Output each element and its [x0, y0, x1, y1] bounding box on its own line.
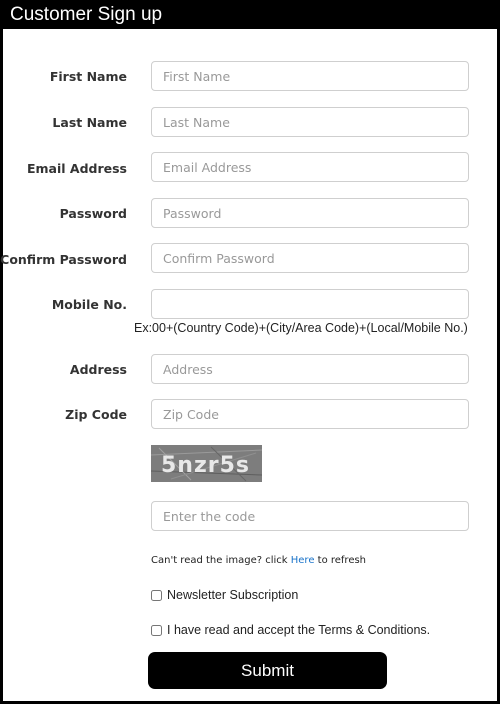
- newsletter-label: Newsletter Subscription: [167, 588, 299, 602]
- first-name-label: First Name: [49, 69, 127, 84]
- terms-row[interactable]: I have read and accept the Terms & Condi…: [151, 623, 430, 637]
- mobile-input[interactable]: [151, 289, 469, 319]
- terms-label: I have read and accept the Terms & Condi…: [167, 623, 431, 637]
- first-name-input[interactable]: [151, 61, 469, 91]
- address-label: Address: [69, 362, 127, 377]
- confirm-password-label: Confirm Password: [0, 252, 127, 267]
- submit-button[interactable]: Submit: [148, 652, 387, 689]
- last-name-label: Last Name: [52, 115, 127, 130]
- newsletter-row[interactable]: Newsletter Subscription: [151, 588, 298, 602]
- zip-code-label: Zip Code: [65, 407, 127, 422]
- confirm-password-input[interactable]: [151, 243, 469, 273]
- mobile-format-hint: Ex:00+(Country Code)+(City/Area Code)+(L…: [134, 321, 468, 335]
- email-label: Email Address: [26, 161, 127, 176]
- captcha-noise: 5nzr5s: [151, 445, 262, 482]
- window-title: Customer Sign up: [10, 4, 163, 25]
- password-input[interactable]: [151, 198, 469, 228]
- signup-form: First Name Last Name Email Address Passw…: [0, 29, 497, 701]
- captcha-refresh-note: Can't read the image? click Here to refr…: [151, 555, 366, 566]
- mobile-label: Mobile No.: [51, 297, 127, 312]
- address-input[interactable]: [151, 354, 469, 384]
- refresh-captcha-link[interactable]: Here: [291, 555, 315, 566]
- signup-window: Customer Sign up First Name Last Name Em…: [0, 0, 500, 704]
- password-label: Password: [59, 206, 127, 221]
- newsletter-checkbox[interactable]: [151, 589, 162, 601]
- email-input[interactable]: [151, 152, 469, 182]
- zip-code-input[interactable]: [151, 399, 469, 429]
- captcha-input[interactable]: [151, 501, 469, 531]
- last-name-input[interactable]: [151, 107, 469, 137]
- captcha-text: 5nzr5s: [161, 453, 250, 478]
- refresh-suffix: to refresh: [314, 555, 367, 566]
- captcha-image: 5nzr5s: [151, 445, 262, 482]
- refresh-prefix: Can't read the image? click: [151, 555, 291, 566]
- terms-checkbox[interactable]: [151, 624, 162, 636]
